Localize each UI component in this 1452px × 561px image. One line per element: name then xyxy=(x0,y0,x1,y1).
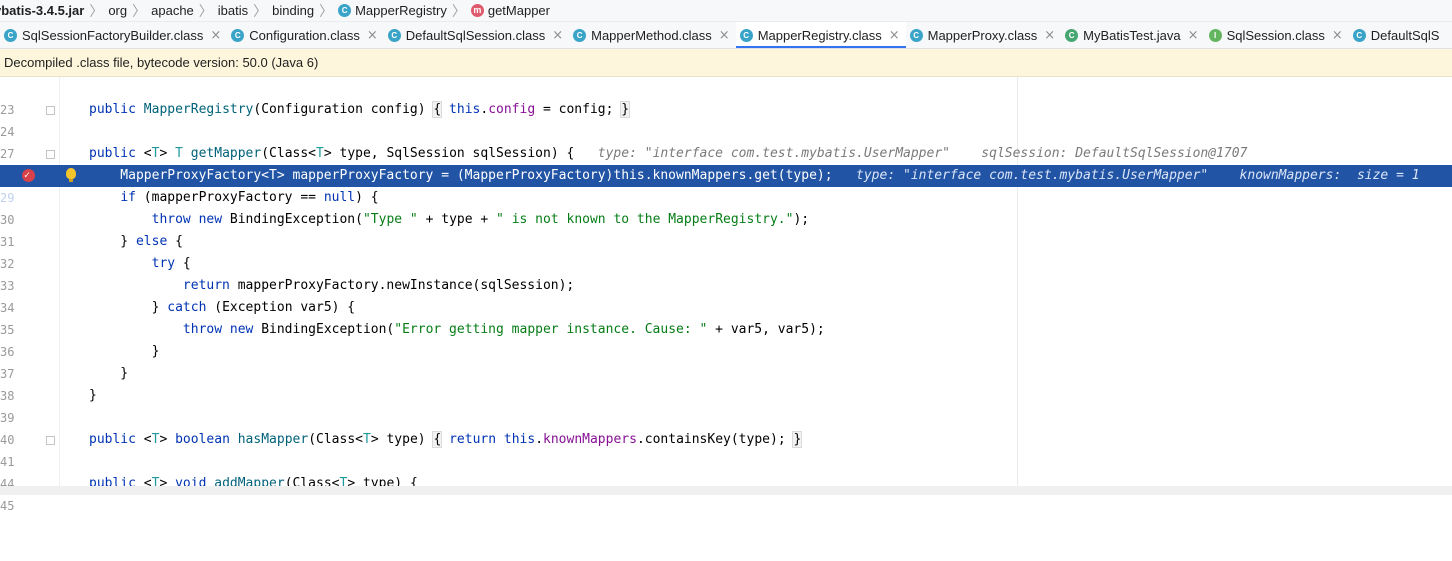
code-line[interactable]: 24 public MapperRegistry(Configuration c… xyxy=(0,99,1452,139)
method-icon: m xyxy=(470,4,484,17)
breadcrumb-separator: 〉 xyxy=(319,3,334,20)
tab-label: MapperProxy.class xyxy=(927,27,1038,43)
editor-tab-bar: C SqlSessionFactoryBuilder.class × C Con… xyxy=(0,22,1452,49)
code-line[interactable]: 28 public <T> T getMapper(Class<T> type,… xyxy=(0,143,1452,183)
code-text: if (mapperProxyFactory == null) { xyxy=(120,190,379,205)
code-line[interactable]: 40 xyxy=(0,407,1452,447)
close-icon[interactable]: × xyxy=(1044,28,1055,43)
code-line[interactable]: 33 try { xyxy=(0,253,1452,293)
code-line[interactable]: 27 xyxy=(0,121,1452,161)
line-number: 45 xyxy=(0,499,15,513)
code-text: throw new BindingException("Error gettin… xyxy=(182,322,825,337)
class-icon: C xyxy=(387,28,401,42)
class-icon: C xyxy=(1352,28,1366,42)
close-icon[interactable]: × xyxy=(719,28,730,43)
class-icon: C xyxy=(739,28,753,42)
tab-defaultsqls[interactable]: C DefaultSqlS xyxy=(1349,22,1446,48)
code-line[interactable]: 32 } else { xyxy=(0,231,1452,271)
code-line[interactable]: 41 public <T> boolean hasMapper(Class<T>… xyxy=(0,429,1452,469)
code-line[interactable]: 34 return mapperProxyFactory.newInstance… xyxy=(0,275,1452,315)
breadcrumb-separator: 〉 xyxy=(198,3,213,20)
close-icon[interactable]: × xyxy=(552,28,563,43)
tab-label: MyBatisTest.java xyxy=(1083,27,1181,43)
code-line[interactable]: 37 } xyxy=(0,341,1452,381)
tab-mappermethod[interactable]: C MapperMethod.class × xyxy=(569,22,736,48)
tab-sqlsessionfactorybuilder[interactable]: C SqlSessionFactoryBuilder.class × xyxy=(0,22,227,48)
breadcrumb-separator: 〉 xyxy=(89,3,104,20)
code-text: public MapperRegistry(Configuration conf… xyxy=(89,101,631,118)
code-editor[interactable]: 23 24 public MapperRegistry(Configuratio… xyxy=(0,77,1452,513)
class-icon: C xyxy=(573,28,587,42)
code-text: public <T> boolean hasMapper(Class<T> ty… xyxy=(89,431,803,448)
code-line[interactable]: 23 xyxy=(0,77,1452,117)
tab-sqlsession[interactable]: I SqlSession.class × xyxy=(1205,22,1349,48)
banner-text: Decompiled .class file, bytecode version… xyxy=(4,55,319,70)
class-icon: C xyxy=(338,4,352,17)
breadcrumb-item-ibatis[interactable]: ibatis xyxy=(218,3,248,18)
breadcrumb: ybatis-3.4.5.jar 〉 org 〉 apache 〉 ibatis… xyxy=(0,0,1452,22)
code-text: public <T> T getMapper(Class<T> type, Sq… xyxy=(89,146,1248,161)
inline-debug-hint: type: "interface com.test.mybatis.UserMa… xyxy=(856,168,1420,183)
current-execution-line[interactable]: 29 MapperProxyFactory<T> mapperProxyFact… xyxy=(0,165,1452,205)
tab-configuration[interactable]: C Configuration.class × xyxy=(227,22,383,48)
breadcrumb-separator: 〉 xyxy=(253,3,268,20)
inline-debug-hint: type: "interface com.test.mybatis.UserMa… xyxy=(597,146,1248,161)
breadcrumb-item-jar[interactable]: ybatis-3.4.5.jar xyxy=(0,3,84,18)
interface-icon: I xyxy=(1208,28,1222,42)
code-line[interactable]: 36 throw new BindingException("Error get… xyxy=(0,319,1452,359)
tab-label: MapperRegistry.class xyxy=(757,27,882,43)
tab-label: DefaultSqlS xyxy=(1370,27,1440,43)
close-icon[interactable]: × xyxy=(210,28,221,43)
breadcrumb-item-getmapper[interactable]: m getMapper xyxy=(470,3,550,18)
close-icon[interactable]: × xyxy=(1188,28,1199,43)
tab-mybatistest[interactable]: C MyBatisTest.java × xyxy=(1061,22,1204,48)
breadcrumb-separator: 〉 xyxy=(132,3,147,20)
fold-icon[interactable] xyxy=(46,106,55,115)
code-text: throw new BindingException("Type " + typ… xyxy=(151,212,810,227)
breadcrumb-item-binding[interactable]: binding xyxy=(272,3,314,18)
code-line[interactable]: 38 } xyxy=(0,363,1452,403)
lightbulb-icon[interactable] xyxy=(66,168,76,182)
close-icon[interactable]: × xyxy=(367,28,378,43)
code-text: try { xyxy=(151,256,191,271)
breadcrumb-item-apache[interactable]: apache xyxy=(151,3,194,18)
breadcrumb-item-mapperregistry[interactable]: C MapperRegistry xyxy=(338,3,447,18)
fold-icon[interactable] xyxy=(46,150,55,159)
code-text: } else { xyxy=(89,234,183,249)
breadcrumb-item-org[interactable]: org xyxy=(108,3,127,18)
fold-icon[interactable] xyxy=(46,436,55,445)
tab-label: MapperMethod.class xyxy=(591,27,712,43)
tab-label: Configuration.class xyxy=(249,27,360,43)
tab-defaultsqlsession[interactable]: C DefaultSqlSession.class × xyxy=(384,22,569,48)
code-text: } catch (Exception var5) { xyxy=(89,300,356,315)
code-line[interactable]: 30 if (mapperProxyFactory == null) { xyxy=(0,187,1452,227)
close-icon[interactable]: × xyxy=(889,28,900,43)
horizontal-scrollbar[interactable] xyxy=(0,486,1452,495)
decompiled-notice-banner: Decompiled .class file, bytecode version… xyxy=(0,49,1452,77)
breakpoint-icon[interactable] xyxy=(22,165,35,187)
java-class-icon: C xyxy=(1065,28,1079,42)
class-icon: C xyxy=(231,28,245,42)
code-line[interactable]: 31 throw new BindingException("Type " + … xyxy=(0,209,1452,249)
code-line[interactable]: 39 } xyxy=(0,385,1452,425)
class-icon: C xyxy=(909,28,923,42)
code-text: } xyxy=(89,344,160,359)
code-text: return mapperProxyFactory.newInstance(sq… xyxy=(182,278,575,293)
tab-mapperregistry[interactable]: C MapperRegistry.class × xyxy=(735,22,906,48)
tab-mapperproxy[interactable]: C MapperProxy.class × xyxy=(906,22,1061,48)
tab-label: DefaultSqlSession.class xyxy=(405,27,546,43)
class-icon: C xyxy=(4,28,17,42)
code-line[interactable]: 44 xyxy=(0,451,1452,491)
code-line[interactable]: 35 } catch (Exception var5) { xyxy=(0,297,1452,337)
code-text: MapperProxyFactory<T> mapperProxyFactory… xyxy=(89,168,1420,183)
code-text: } xyxy=(89,366,129,381)
code-text: } xyxy=(89,388,97,403)
tab-label: SqlSessionFactoryBuilder.class xyxy=(22,27,204,43)
breadcrumb-separator: 〉 xyxy=(451,3,466,20)
close-icon[interactable]: × xyxy=(1332,28,1343,43)
tab-label: SqlSession.class xyxy=(1226,27,1325,43)
